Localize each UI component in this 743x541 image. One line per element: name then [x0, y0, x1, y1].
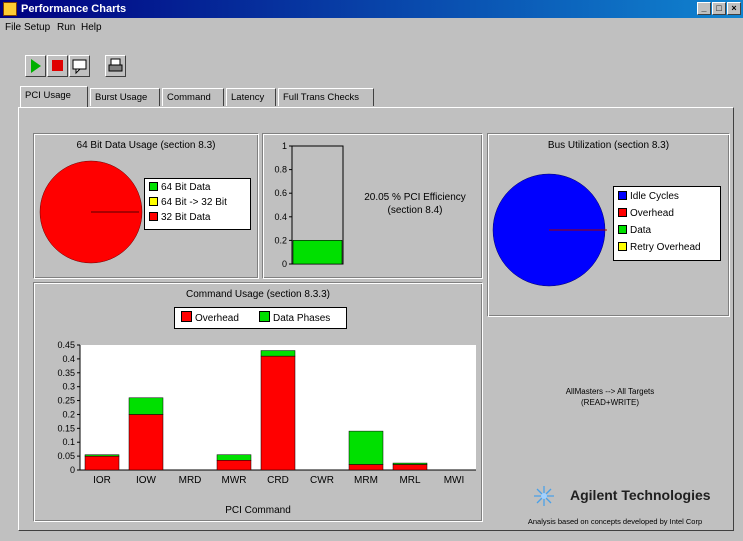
swatch-blue	[618, 191, 627, 200]
pci-efficiency-group: 1 0.8 0.6 0.4 0.2 0 20.05 % PCI Efficiency (s…	[262, 133, 483, 279]
64bit-usage-group: 64 Bit Data Usage (section 8.3) 64 Bit D…	[33, 133, 259, 279]
y-tick-label: 0.3	[62, 382, 75, 392]
y-tick-label: 0.2	[62, 409, 75, 419]
command-xlabel: PCI Command	[225, 505, 291, 516]
y-tick-label: 0.05	[57, 451, 75, 461]
command-usage-group: Command Usage (section 8.3.3) Overhead D…	[33, 282, 483, 522]
tab-command[interactable]: Command	[162, 88, 224, 106]
tab-full-trans-checks[interactable]: Full Trans Checks	[278, 88, 374, 106]
swatch-green	[149, 182, 158, 191]
y-tick-label: 0.45	[57, 340, 75, 350]
print-icon	[108, 58, 123, 72]
maximize-button[interactable]: □	[712, 2, 726, 15]
y-tick-label: 0	[282, 259, 287, 269]
tab-latency[interactable]: Latency	[226, 88, 276, 106]
stop-icon	[52, 60, 63, 71]
efficiency-label: 20.05 % PCI Efficiency	[364, 192, 466, 203]
print-button[interactable]	[105, 55, 126, 77]
bar-mrm-data-phases	[348, 430, 384, 465]
legend-64to32: 64 Bit -> 32 Bit	[149, 196, 227, 209]
y-tick-label: 1	[282, 141, 287, 151]
64bit-usage-title: 64 Bit Data Usage (section 8.3)	[76, 140, 216, 151]
tab-pci-usage[interactable]: PCI Usage	[20, 86, 88, 107]
agilent-spark-icon	[534, 486, 554, 506]
app-icon	[3, 2, 17, 16]
y-tick-label: 0.35	[57, 368, 75, 378]
x-tick-label: MWI	[444, 475, 465, 486]
bar-crd-data-phases	[260, 350, 296, 357]
x-tick-label: MRL	[399, 475, 421, 486]
window-title: Performance Charts	[21, 3, 127, 15]
close-button[interactable]: ×	[727, 2, 741, 15]
64bit-legend: 64 Bit Data 64 Bit -> 32 Bit 32 Bit Data	[144, 178, 251, 230]
swatch-green	[618, 225, 627, 234]
y-tick-label: 0.2	[274, 235, 287, 245]
bar-crd-overhead	[260, 355, 296, 471]
legend-64bit-data: 64 Bit Data	[149, 181, 210, 194]
bar-mwr-data-phases	[216, 454, 252, 461]
bus-pie-chart	[492, 173, 607, 287]
y-tick-label: 0.25	[57, 396, 75, 406]
legend-retry-overhead: Retry Overhead	[618, 241, 701, 254]
menu-bar: File Setup Run Help	[0, 20, 743, 36]
legend-idle-cycles: Idle Cycles	[618, 190, 679, 203]
minimize-button[interactable]: _	[697, 2, 711, 15]
bar-ior-overhead	[84, 455, 120, 471]
x-tick-label: CWR	[310, 475, 334, 486]
stop-button[interactable]	[47, 55, 68, 77]
efficiency-bar-chart: 1 0.8 0.6 0.4 0.2 0	[274, 141, 344, 269]
bar-iow-overhead	[128, 414, 164, 471]
tab-burst-usage[interactable]: Burst Usage	[90, 88, 160, 106]
bar-mrl-data-phases	[392, 462, 428, 465]
y-tick-label: 0.6	[274, 188, 287, 198]
x-tick-label: MWR	[222, 475, 247, 486]
bar-iow-data-phases	[128, 397, 164, 415]
legend-32bit-data: 32 Bit Data	[149, 211, 210, 224]
y-tick-label: 0.1	[62, 437, 75, 447]
read-write-label: (READ+WRITE)	[581, 398, 639, 407]
64bit-pie-chart	[39, 160, 143, 264]
menu-setup[interactable]: Setup	[24, 21, 50, 35]
swatch-red	[149, 212, 158, 221]
bus-legend: Idle Cycles Overhead Data Retry Overhead	[613, 186, 721, 261]
efficiency-sublabel: (section 8.4)	[387, 205, 443, 216]
command-bar-chart: 0.45 0.4 0.35 0.3 0.25 0.2 0.15 0.1 0.05 0 IOR IOW M…	[57, 340, 476, 486]
y-tick-label: 0.8	[274, 165, 287, 175]
bar-mrm-overhead	[348, 464, 384, 471]
bus-utilization-group: Bus Utilization (section 8.3) Idle Cycle…	[487, 133, 730, 317]
bar-mrl-overhead	[392, 464, 428, 471]
swatch-yellow	[618, 242, 627, 251]
masters-targets-label: AllMasters --> All Targets	[565, 387, 655, 396]
play-icon	[31, 59, 41, 73]
swatch-yellow	[149, 197, 158, 206]
title-bar[interactable]: Performance Charts _ □ ×	[0, 0, 743, 18]
brand-name: Agilent Technologies	[570, 487, 711, 503]
x-tick-label: CRD	[267, 475, 289, 486]
x-tick-label: IOW	[136, 475, 157, 486]
y-tick-label: 0.4	[274, 212, 287, 222]
legend-overhead: Overhead	[618, 207, 674, 220]
run-button[interactable]	[25, 55, 46, 77]
y-tick-label: 0.15	[57, 423, 75, 433]
y-tick-label: 0	[70, 465, 75, 475]
bar-ior-data-phases	[84, 454, 120, 457]
menu-run[interactable]: Run	[57, 21, 75, 35]
x-tick-label: MRM	[354, 475, 378, 486]
swatch-red	[618, 208, 627, 217]
comment-icon	[72, 59, 87, 75]
menu-file[interactable]: File	[5, 21, 21, 35]
brand-footnote: Analysis based on concepts developed by …	[527, 517, 703, 526]
comment-button[interactable]	[69, 55, 90, 77]
legend-data: Data	[618, 224, 651, 237]
bar-mwr-overhead	[216, 460, 252, 471]
efficiency-bar	[292, 240, 343, 265]
x-tick-label: IOR	[93, 475, 111, 486]
bus-utilization-title: Bus Utilization (section 8.3)	[547, 140, 670, 151]
x-tick-label: MRD	[179, 475, 202, 486]
performance-charts-window: Performance Charts _ □ × File Setup Run …	[0, 0, 743, 541]
y-tick-label: 0.4	[62, 354, 75, 364]
menu-help[interactable]: Help	[81, 21, 102, 35]
